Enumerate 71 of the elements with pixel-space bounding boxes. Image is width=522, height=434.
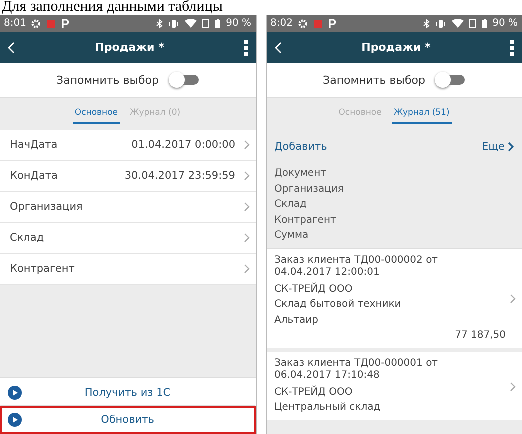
chevron-icon bbox=[244, 264, 250, 274]
field-label: НачДата bbox=[10, 139, 59, 151]
vibrate-icon bbox=[434, 18, 447, 28]
chevron-icon bbox=[510, 294, 516, 304]
back-icon[interactable] bbox=[274, 42, 282, 54]
battery-icon bbox=[482, 18, 488, 28]
menu-icon[interactable] bbox=[244, 40, 248, 56]
vibrate-icon bbox=[168, 18, 180, 28]
remember-label: Запомнить выбор bbox=[56, 74, 159, 86]
battery-icon bbox=[215, 18, 222, 28]
column-heading: Склад bbox=[274, 198, 308, 212]
column-heading: Документ bbox=[274, 167, 328, 181]
app-icon bbox=[46, 18, 56, 28]
menu-icon[interactable] bbox=[510, 40, 514, 56]
action-button[interactable]: Обновить bbox=[0, 406, 256, 434]
bluetooth-icon bbox=[422, 18, 430, 28]
column-heading: Контрагент bbox=[274, 214, 338, 228]
form-row[interactable]: Организация bbox=[0, 192, 256, 223]
chevron-icon bbox=[244, 202, 250, 212]
entry-detail: Альтаир bbox=[274, 314, 320, 328]
app-icon bbox=[312, 18, 323, 28]
form-row[interactable]: НачДата 01.04.2017 0:00:00 bbox=[0, 130, 256, 161]
column-heading: Сумма bbox=[274, 229, 310, 243]
chevron-icon bbox=[510, 382, 516, 392]
remember-label: Запомнить выбор bbox=[323, 74, 426, 86]
chevron-icon bbox=[244, 233, 250, 243]
wifi-icon bbox=[452, 18, 464, 28]
bluetooth-icon bbox=[156, 18, 164, 28]
add-link[interactable]: Добавить bbox=[274, 141, 328, 153]
column-heading: Организация bbox=[274, 182, 345, 196]
wifi-icon bbox=[185, 18, 198, 28]
gear-icon bbox=[298, 18, 308, 28]
status-time: 8:01 bbox=[4, 18, 26, 29]
sim-icon bbox=[202, 18, 210, 28]
entry-title: Заказ клиента ТД00-000002 от 04.04.2017 12:00:01 bbox=[274, 254, 440, 278]
entry-detail: СК-ТРЕЙД ООО bbox=[274, 384, 354, 400]
battery-level: 90 % bbox=[492, 18, 518, 29]
status-time: 8:02 bbox=[270, 18, 293, 29]
tab[interactable]: Основное bbox=[72, 104, 120, 124]
field-value: 01.04.2017 0:00:00 bbox=[132, 139, 236, 151]
play-icon bbox=[8, 413, 22, 427]
toggle-switch[interactable] bbox=[435, 73, 466, 87]
chevron-icon bbox=[244, 140, 250, 150]
tab[interactable]: Журнал (51) bbox=[392, 104, 452, 124]
entry-title: Заказ клиента ТД00-000001 от 06.04.2017 17:10:48 bbox=[274, 358, 440, 382]
parking-icon bbox=[61, 18, 70, 28]
sim-icon bbox=[468, 18, 477, 28]
field-label: Организация bbox=[10, 201, 84, 213]
play-icon bbox=[8, 386, 22, 400]
field-label: Склад bbox=[10, 232, 46, 244]
entry-detail: Центральный склад bbox=[274, 401, 382, 415]
form-row[interactable]: Контрагент bbox=[0, 254, 256, 285]
back-icon[interactable] bbox=[8, 42, 16, 54]
entry-detail: СК-ТРЕЙД ООО bbox=[274, 282, 354, 296]
form-row[interactable]: КонДата 30.04.2017 23:59:59 bbox=[0, 161, 256, 192]
field-value: 30.04.2017 23:59:59 bbox=[124, 170, 236, 182]
parking-icon bbox=[328, 18, 336, 28]
battery-level: 90 % bbox=[226, 18, 252, 29]
gear-icon bbox=[31, 18, 42, 28]
toggle-switch[interactable] bbox=[168, 73, 199, 87]
screen-title: Продажи * bbox=[94, 41, 166, 54]
field-label: Контрагент bbox=[10, 263, 76, 275]
field-label: КонДата bbox=[10, 170, 59, 182]
entry-detail: Склад бытовой техники bbox=[274, 298, 402, 312]
more-link[interactable]: Еще bbox=[482, 141, 514, 153]
chevron-icon bbox=[508, 142, 514, 152]
form-row[interactable]: Склад bbox=[0, 223, 256, 254]
caption-text: Для заполнения данными таблицы bbox=[1, 0, 224, 15]
screen-title: Продажи * bbox=[360, 41, 432, 54]
chevron-icon bbox=[244, 171, 250, 181]
entry-sum: 77 187,50 bbox=[454, 329, 507, 343]
